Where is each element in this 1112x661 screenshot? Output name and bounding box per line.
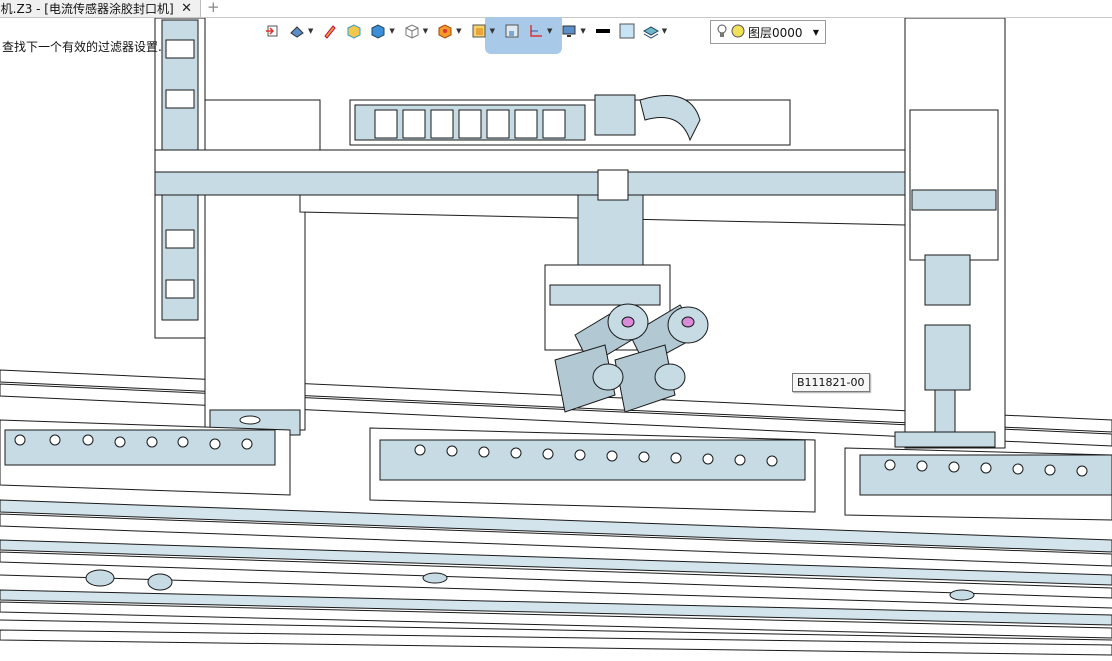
cube-icon[interactable]: [367, 20, 389, 42]
right-column: [894, 18, 1006, 449]
layer-state-icon[interactable]: [731, 24, 745, 41]
model-geometry: [0, 18, 1112, 656]
chevron-down-icon[interactable]: ▼: [813, 28, 819, 37]
document-tab-title: ]机.Z3 - [电流传感器涂胶封口机]: [0, 2, 174, 16]
view-toolbar: ▼ ▼ ▼ ▼ ▼ ▼ ▼ ▼: [262, 18, 673, 44]
document-tab[interactable]: ]机.Z3 - [电流传感器涂胶封口机] ✕: [0, 0, 201, 17]
layer-select[interactable]: 图层0000 ▼: [710, 20, 826, 44]
close-icon[interactable]: ✕: [181, 0, 192, 17]
pen-icon[interactable]: [319, 20, 341, 42]
chevron-down-icon[interactable]: ▼: [456, 27, 461, 35]
status-message: 查找下一个有效的过滤器设置.: [2, 40, 162, 54]
document-tab-bar: ]机.Z3 - [电流传感器涂胶封口机] ✕ +: [0, 0, 1112, 18]
layer-stack-icon[interactable]: [640, 20, 662, 42]
frame-icon[interactable]: [501, 20, 523, 42]
fill-color-icon[interactable]: [616, 20, 638, 42]
cad-viewport[interactable]: [0, 18, 1112, 661]
chevron-down-icon[interactable]: ▼: [308, 27, 313, 35]
view-icon[interactable]: [286, 20, 308, 42]
render-icon[interactable]: [434, 20, 456, 42]
part-label-tooltip: B111821-00: [792, 373, 870, 392]
layer-name: 图层0000: [748, 25, 803, 40]
chevron-down-icon[interactable]: ▼: [662, 27, 667, 35]
add-tab-icon[interactable]: +: [207, 0, 220, 15]
chevron-down-icon[interactable]: ▼: [490, 27, 495, 35]
line-style-icon[interactable]: [592, 20, 614, 42]
solid-icon[interactable]: [343, 20, 365, 42]
display-icon[interactable]: [558, 20, 580, 42]
left-column: [154, 18, 306, 436]
chevron-down-icon[interactable]: ▼: [547, 27, 552, 35]
exit-icon[interactable]: [262, 20, 284, 42]
wire-cube-icon[interactable]: [401, 20, 423, 42]
axis-icon[interactable]: [525, 20, 547, 42]
chevron-down-icon[interactable]: ▼: [423, 27, 428, 35]
chevron-down-icon[interactable]: ▼: [389, 27, 394, 35]
chevron-down-icon[interactable]: ▼: [580, 27, 585, 35]
lightbulb-icon[interactable]: [717, 24, 727, 41]
shading-icon[interactable]: [468, 20, 490, 42]
